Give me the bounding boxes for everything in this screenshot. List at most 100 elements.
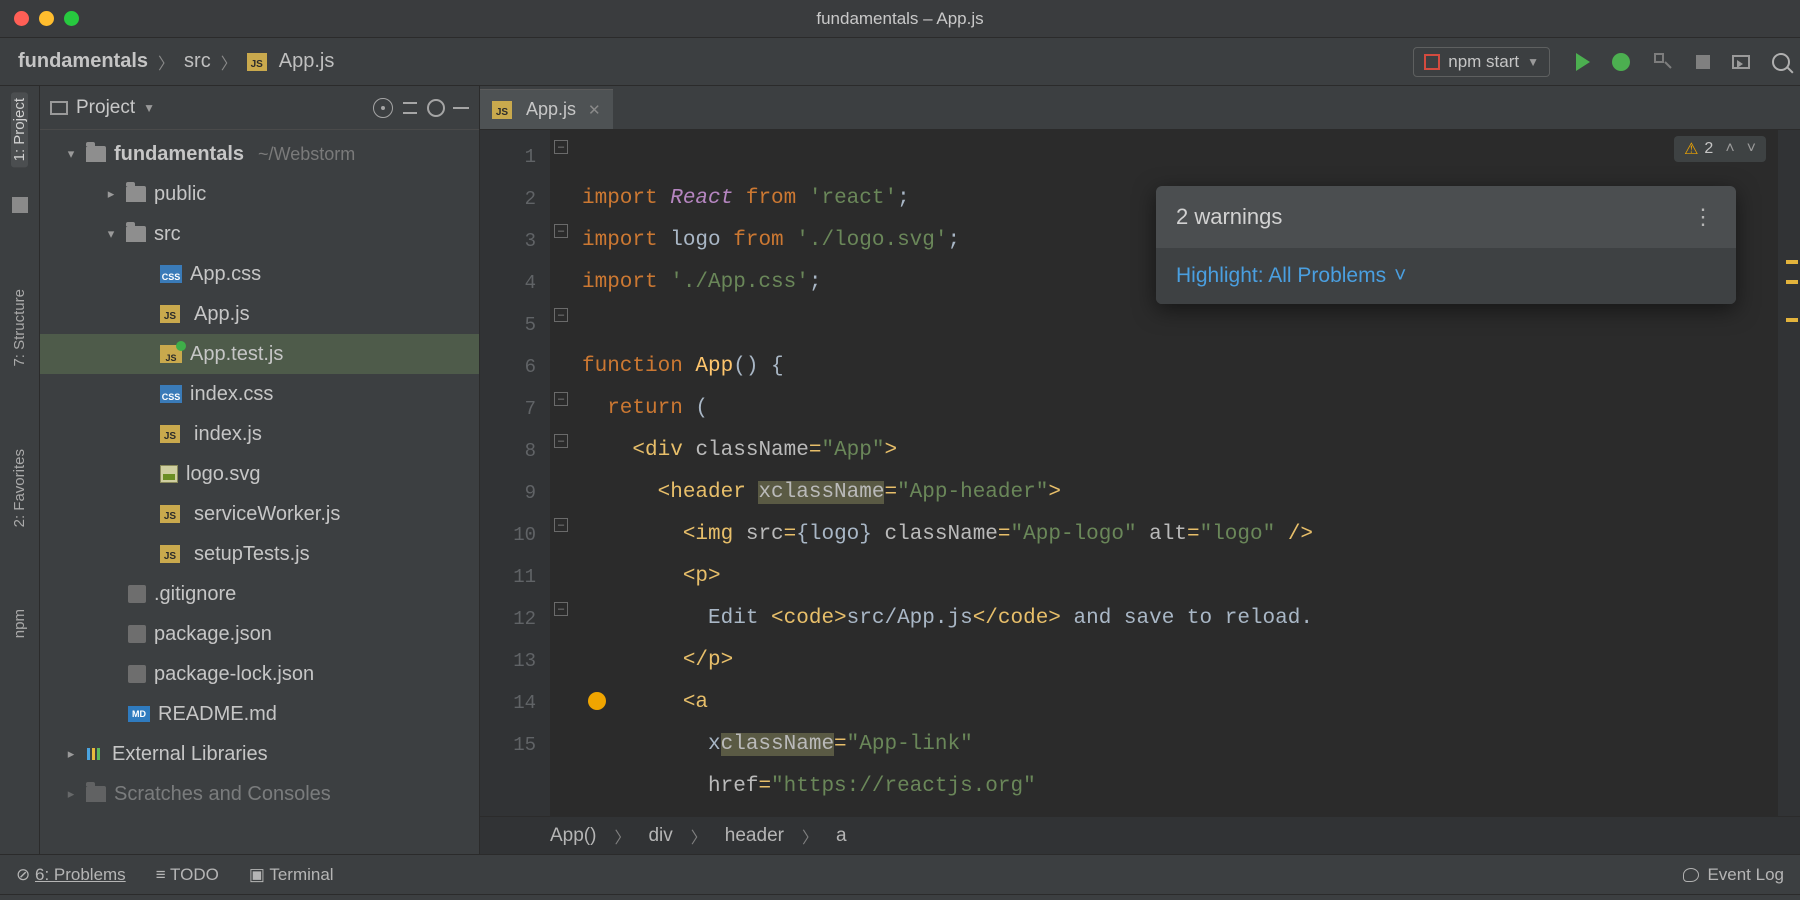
run-target-icon[interactable] bbox=[1732, 55, 1750, 69]
fold-gutter[interactable]: – – – – – – – bbox=[550, 130, 574, 816]
chevron-right-icon: 〉 bbox=[610, 824, 634, 848]
crumb-header[interactable]: header bbox=[725, 825, 784, 847]
maximize-window-icon[interactable] bbox=[64, 11, 79, 26]
editor-tab-app-js[interactable]: JS App.js ✕ bbox=[480, 89, 613, 129]
todo-tool-tab[interactable]: ≡ TODO bbox=[156, 865, 219, 885]
run-config-label: npm start bbox=[1448, 52, 1519, 72]
fold-icon[interactable]: – bbox=[554, 392, 568, 406]
error-stripe[interactable] bbox=[1778, 130, 1800, 816]
tree-item-setup-tests[interactable]: JS setupTests.js bbox=[40, 534, 479, 574]
tree-item-index-css[interactable]: CSS index.css bbox=[40, 374, 479, 414]
chevron-right-icon: 〉 bbox=[798, 824, 822, 848]
project-view-label[interactable]: Project bbox=[76, 97, 135, 119]
tree-item-app-js[interactable]: JS App.js bbox=[40, 294, 479, 334]
caret-down-icon[interactable]: ▾ bbox=[64, 146, 78, 162]
code-breadcrumb[interactable]: App() 〉 div 〉 header 〉 a bbox=[480, 816, 1800, 854]
library-icon bbox=[86, 746, 104, 762]
tree-label: index.css bbox=[190, 383, 273, 406]
gear-icon[interactable] bbox=[427, 99, 445, 117]
js-file-icon: JS bbox=[492, 101, 512, 119]
tree-item-scratches[interactable]: ▸ Scratches and Consoles bbox=[40, 774, 479, 814]
tree-item-package-json[interactable]: package.json bbox=[40, 614, 479, 654]
code-area[interactable]: 123456789101112131415 – – – – – – – impo… bbox=[480, 130, 1800, 816]
tree-item-external-libraries[interactable]: ▸ External Libraries bbox=[40, 734, 479, 774]
tree-item-package-lock[interactable]: package-lock.json bbox=[40, 654, 479, 694]
problems-popup[interactable]: 2 warnings ⋮ Highlight: All Problems ˅ bbox=[1156, 186, 1736, 304]
tree-item-public[interactable]: ▸ public bbox=[40, 174, 479, 214]
js-file-icon: JS bbox=[160, 505, 180, 523]
close-window-icon[interactable] bbox=[14, 11, 29, 26]
fold-icon[interactable]: – bbox=[554, 140, 568, 154]
terminal-tool-tab[interactable]: ▣ Terminal bbox=[249, 865, 334, 885]
json-file-icon bbox=[128, 625, 146, 643]
structure-tool-tab[interactable]: 7: Structure bbox=[11, 283, 28, 373]
crumb-a[interactable]: a bbox=[836, 825, 847, 847]
run-button-icon[interactable] bbox=[1576, 53, 1590, 71]
breadcrumb-file[interactable]: App.js bbox=[279, 50, 335, 73]
tree-root-label: fundamentals bbox=[114, 143, 244, 166]
tree-label: Scratches and Consoles bbox=[114, 783, 331, 806]
crumb-fn[interactable]: App() bbox=[550, 825, 596, 847]
prev-problem-icon[interactable]: ˄ bbox=[1725, 140, 1734, 158]
line-number-gutter: 123456789101112131415 bbox=[480, 130, 550, 816]
tree-root[interactable]: ▾ fundamentals ~/Webstorm bbox=[40, 134, 479, 174]
fold-icon[interactable]: – bbox=[554, 434, 568, 448]
run-coverage-icon[interactable] bbox=[1652, 51, 1674, 73]
chevron-right-icon: 〉 bbox=[217, 50, 241, 74]
crumb-div[interactable]: div bbox=[648, 825, 672, 847]
navbar: fundamentals 〉 src 〉 JS App.js npm start… bbox=[0, 38, 1800, 86]
tree-item-service-worker[interactable]: JS serviceWorker.js bbox=[40, 494, 479, 534]
highlight-level-selector[interactable]: Highlight: All Problems ˅ bbox=[1156, 248, 1736, 304]
fold-icon[interactable]: – bbox=[554, 308, 568, 322]
more-options-icon[interactable]: ⋮ bbox=[1692, 204, 1716, 230]
breadcrumb-root[interactable]: fundamentals bbox=[18, 50, 148, 73]
search-everywhere-icon[interactable] bbox=[1772, 53, 1790, 71]
folder-icon bbox=[126, 186, 146, 202]
stop-button-icon[interactable] bbox=[1696, 55, 1710, 69]
favorites-tool-tab[interactable]: 2: Favorites bbox=[11, 443, 28, 533]
event-log-tool-tab[interactable]: Event Log bbox=[1683, 865, 1784, 885]
chevron-down-icon[interactable]: ▼ bbox=[143, 101, 155, 115]
select-opened-file-icon[interactable] bbox=[373, 98, 393, 118]
chevron-down-icon: ˅ bbox=[1394, 264, 1406, 288]
tree-item-readme[interactable]: MD README.md bbox=[40, 694, 479, 734]
tree-label: package-lock.json bbox=[154, 663, 314, 686]
css-file-icon: CSS bbox=[160, 265, 182, 283]
test-file-icon: JS bbox=[160, 345, 182, 363]
hide-tool-window-icon[interactable] bbox=[453, 107, 469, 109]
tree-item-app-test-js[interactable]: JS App.test.js bbox=[40, 334, 479, 374]
fold-icon[interactable]: – bbox=[554, 224, 568, 238]
next-problem-icon[interactable]: ˅ bbox=[1747, 140, 1756, 158]
inspection-widget[interactable]: ⚠ 2 ˄ ˅ bbox=[1674, 136, 1766, 162]
caret-right-icon[interactable]: ▸ bbox=[104, 186, 118, 202]
tree-label: package.json bbox=[154, 623, 272, 646]
tree-item-app-css[interactable]: CSS App.css bbox=[40, 254, 479, 294]
tree-label: public bbox=[154, 183, 206, 206]
fold-icon[interactable]: – bbox=[554, 518, 568, 532]
caret-down-icon[interactable]: ▾ bbox=[104, 226, 118, 242]
project-tree[interactable]: ▾ fundamentals ~/Webstorm ▸ public ▾ src… bbox=[40, 130, 479, 854]
problems-tool-tab[interactable]: ⊘ 6: Problems bbox=[16, 865, 126, 885]
breadcrumb-src[interactable]: src bbox=[184, 50, 211, 73]
minimize-window-icon[interactable] bbox=[39, 11, 54, 26]
warning-marker[interactable] bbox=[1786, 280, 1798, 284]
caret-right-icon[interactable]: ▸ bbox=[64, 786, 78, 802]
project-tool-tab[interactable]: 1: Project bbox=[11, 92, 28, 167]
fold-icon[interactable]: – bbox=[554, 602, 568, 616]
npm-tool-tab[interactable]: npm bbox=[11, 603, 28, 644]
terminal-icon: ▣ bbox=[249, 865, 265, 884]
tree-item-index-js[interactable]: JS index.js bbox=[40, 414, 479, 454]
warning-marker[interactable] bbox=[1786, 318, 1798, 322]
image-file-icon bbox=[160, 465, 178, 483]
collapse-all-icon[interactable] bbox=[401, 99, 419, 117]
tree-item-gitignore[interactable]: .gitignore bbox=[40, 574, 479, 614]
run-config-selector[interactable]: npm start ▼ bbox=[1413, 47, 1550, 77]
close-tab-icon[interactable]: ✕ bbox=[588, 101, 601, 119]
chevron-right-icon: 〉 bbox=[154, 50, 178, 74]
caret-right-icon[interactable]: ▸ bbox=[64, 746, 78, 762]
tree-item-src[interactable]: ▾ src bbox=[40, 214, 479, 254]
warning-marker[interactable] bbox=[1786, 260, 1798, 264]
debug-button-icon[interactable] bbox=[1612, 53, 1630, 71]
tree-item-logo-svg[interactable]: logo.svg bbox=[40, 454, 479, 494]
tree-label: External Libraries bbox=[112, 743, 268, 766]
